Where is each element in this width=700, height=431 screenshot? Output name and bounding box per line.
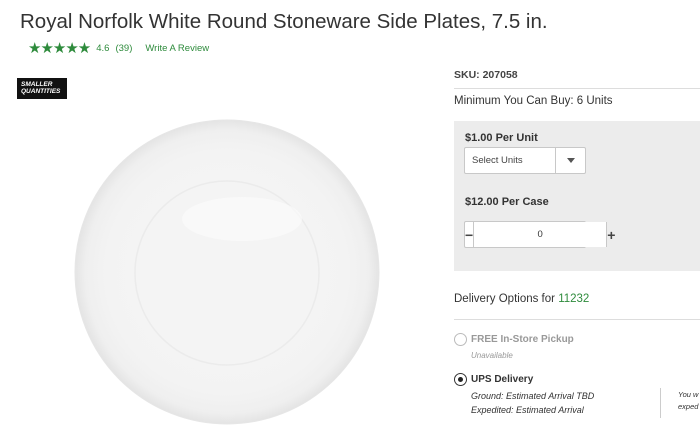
rating-value: 4.6 [96,42,110,54]
pickup-status: Unavailable [471,351,513,360]
decrease-quantity-button[interactable]: − [465,222,475,247]
quantity-input[interactable] [474,222,607,247]
minimum-buy-text: Minimum You Can Buy: 6 Units [454,95,613,107]
product-image [74,119,380,425]
star-rating-icon: ★★★★★ [28,39,91,57]
product-title: Royal Norfolk White Round Stoneware Side… [20,10,548,33]
zip-code-link[interactable]: 11232 [558,293,589,305]
divider [660,388,661,418]
divider [454,88,700,89]
side-note-line-1: You w [678,390,699,399]
select-units-dropdown[interactable]: Select Units [464,147,586,174]
plate-image [74,119,380,425]
delivery-label: Delivery Options for [454,293,559,305]
ups-radio[interactable] [454,373,467,386]
case-price: $12.00 Per Case [465,196,549,208]
sku-text: SKU: 207058 [454,69,518,81]
divider [454,319,700,320]
chevron-down-icon [566,158,575,163]
smaller-quantities-badge: SMALLER QUANTITIES [17,78,67,99]
badge-line-1: SMALLER [21,81,53,88]
expedited-arrival: Expedited: Estimated Arrival [471,405,584,415]
price-panel: $1.00 Per Unit Select Units $12.00 Per C… [454,121,700,271]
ups-label: UPS Delivery [471,374,534,385]
ground-arrival: Ground: Estimated Arrival TBD [471,391,595,401]
in-store-pickup-option[interactable]: FREE In-Store Pickup [454,333,574,346]
increase-quantity-button[interactable]: + [606,222,615,247]
select-units-value: Select Units [472,155,523,166]
quantity-stepper: − + [464,221,615,248]
delivery-options-heading: Delivery Options for 11232 [454,293,589,305]
pickup-label: FREE In-Store Pickup [471,334,574,345]
side-note-line-2: exped [678,402,699,411]
dropdown-toggle[interactable] [555,148,585,173]
write-review-link[interactable]: Write A Review [145,43,209,54]
ups-delivery-option[interactable]: UPS Delivery [454,373,533,386]
review-count[interactable]: (39) [115,43,132,54]
rating-row: ★★★★★ 4.6 (39) Write A Review [28,40,209,56]
pickup-radio[interactable] [454,333,467,346]
unit-price: $1.00 Per Unit [465,132,538,144]
badge-line-2: QUANTITIES [21,88,61,95]
